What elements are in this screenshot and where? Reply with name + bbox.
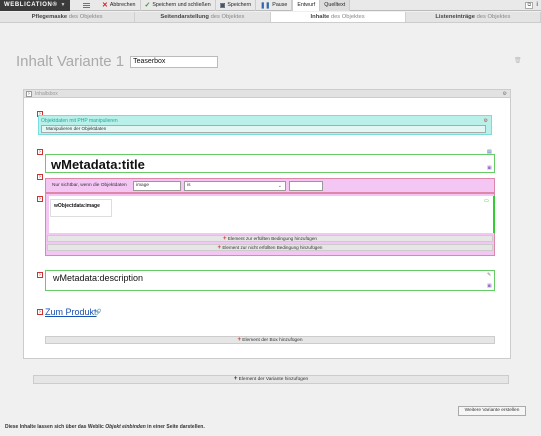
save-close-label: Speichern und schließen: [152, 2, 211, 8]
footer-note: Diese Inhalte lassen sich über das Webli…: [5, 424, 205, 430]
add-fulfilled-button[interactable]: + Element zur erfüllten Bedingung hinzuf…: [47, 235, 493, 242]
chevron-down-icon: ⌄: [277, 183, 282, 189]
plus-icon: +: [217, 245, 222, 251]
cancel-label: Abbrechen: [109, 2, 136, 8]
more-variant-button[interactable]: Weitere Variante erstellen: [458, 406, 526, 416]
pause-label: Pause: [272, 2, 288, 8]
tab-listeneintraege[interactable]: Listeneinträge des Objektes: [406, 12, 541, 22]
condition-operator-value: is: [187, 183, 191, 188]
box-settings-icon[interactable]: ⚙: [503, 90, 507, 98]
condition-value-input[interactable]: [289, 181, 323, 191]
add-variant-element-button[interactable]: + Element der Variante hinzufügen: [33, 375, 509, 384]
window-toggle-icon[interactable]: ⧉: [525, 1, 534, 9]
description-arrow-icon[interactable]: ›: [37, 272, 43, 278]
condition-label: Nur sichtbar, wenn die Objektdaten: [52, 183, 127, 188]
image-icon[interactable]: ▭: [484, 198, 489, 204]
source-label: Quelltext: [324, 2, 346, 8]
add-box-element-label: Element der Box hinzufügen: [242, 338, 303, 343]
box-expand-icon[interactable]: ›: [26, 91, 32, 97]
php-manipulation-block: Objektdaten mit PHP manipulieren ⚙ Manip…: [38, 115, 492, 135]
box-header: › Inhaltsbox ⚙: [24, 90, 510, 98]
footer-post: in einer Seite darstellen.: [145, 424, 205, 430]
condition-body: wObjectdata:image + Element zur erfüllte…: [45, 193, 495, 256]
draft-toggle[interactable]: Entwurf: [292, 0, 321, 11]
condition-field-input[interactable]: image: [133, 181, 181, 191]
add-unfulfilled-button[interactable]: + Element zur nicht erfüllten Bedingung …: [47, 244, 493, 251]
tab-seitendarstellung[interactable]: Seitendarstellung des Objektes: [135, 12, 271, 22]
add-box-element-button[interactable]: + Element der Box hinzufügen: [45, 336, 495, 344]
add-variant-element-label: Element der Variante hinzufügen: [238, 377, 309, 382]
footer-pre: Diese Inhalte lassen sich über das Webli…: [5, 424, 106, 430]
description-element[interactable]: wMetadata:description: [45, 270, 495, 291]
plus-icon: +: [237, 337, 241, 343]
chevron-down-icon: ▼: [60, 2, 67, 8]
description-edit-icon[interactable]: ✎: [487, 272, 491, 278]
php-desc: Manipulieren der Objektdaten: [41, 125, 486, 133]
source-toggle[interactable]: Quelltext: [320, 0, 351, 11]
add-unfulfilled-label: Element zur nicht erfüllten Bedingung hi…: [222, 245, 323, 250]
save-icon: ▣: [219, 2, 226, 9]
image-element-label: wObjectdata:image: [50, 199, 112, 217]
description-element-text: wMetadata:description: [53, 273, 144, 283]
image-arrow-icon[interactable]: ›: [37, 196, 43, 202]
title-edit-icon[interactable]: ▤: [487, 149, 492, 155]
trash-icon[interactable]: 🗑: [514, 57, 522, 64]
save-close-button[interactable]: ✓ Speichern und schließen: [141, 0, 216, 11]
title-element[interactable]: wMetadata:title: [45, 154, 495, 173]
object-tabs: Pflegemaske des Objektes Seitendarstellu…: [0, 12, 541, 23]
condition-operator-select[interactable]: is ⌄: [184, 181, 286, 191]
pause-icon: ❚❚: [260, 2, 271, 9]
footer-link[interactable]: Objekt einbinden: [105, 424, 146, 430]
pause-button[interactable]: ❚❚ Pause: [256, 0, 293, 11]
tab-inhalte[interactable]: Inhalte des Objektes: [270, 12, 406, 22]
product-link[interactable]: Zum Produkt: [45, 307, 97, 317]
save-label: Speichern: [227, 2, 252, 8]
title-arrow-icon[interactable]: ›: [37, 149, 43, 155]
image-element[interactable]: wObjectdata:image: [49, 196, 495, 233]
brand-logo[interactable]: WEBLICATION® ▼: [0, 0, 70, 11]
close-icon: ✕: [102, 2, 108, 9]
add-fulfilled-label: Element zur erfüllten Bedingung hinzufüg…: [227, 236, 317, 241]
draft-label: Entwurf: [297, 2, 316, 8]
link-icon[interactable]: 🔗: [94, 309, 101, 316]
title-element-text: wMetadata:title: [51, 157, 145, 172]
plus-icon: +: [233, 376, 238, 382]
description-settings-icon[interactable]: ▣: [487, 283, 492, 289]
condition-arrow-icon[interactable]: ›: [37, 174, 43, 180]
plus-icon: +: [223, 236, 227, 242]
box-label: Inhaltsbox: [35, 91, 58, 97]
checkmark-icon: ✓: [144, 2, 151, 9]
menu-icon[interactable]: [80, 0, 92, 11]
condition-header: Nur sichtbar, wenn die Objektdaten image…: [45, 178, 495, 193]
link-arrow-icon[interactable]: ›: [37, 309, 43, 315]
cancel-button[interactable]: ✕ Abbrechen: [98, 0, 141, 11]
info-icon[interactable]: i: [536, 2, 538, 8]
brand-label: WEBLICATION®: [4, 2, 58, 8]
page-title: Inhalt Variante 1: [16, 53, 125, 70]
title-settings-icon[interactable]: ▣: [487, 165, 492, 171]
top-toolbar: WEBLICATION® ▼ ✕ Abbrechen ✓ Speichern u…: [0, 0, 541, 11]
save-button[interactable]: ▣ Speichern: [216, 0, 257, 11]
variant-name-input[interactable]: Teaserbox: [130, 55, 219, 68]
php-title: Objektdaten mit PHP manipulieren: [41, 118, 118, 124]
variant-heading: Inhalt Variante 1 Teaserbox: [16, 53, 219, 70]
tab-pflegemaske[interactable]: Pflegemaske des Objektes: [0, 12, 136, 22]
php-settings-icon[interactable]: ⚙: [484, 118, 488, 124]
